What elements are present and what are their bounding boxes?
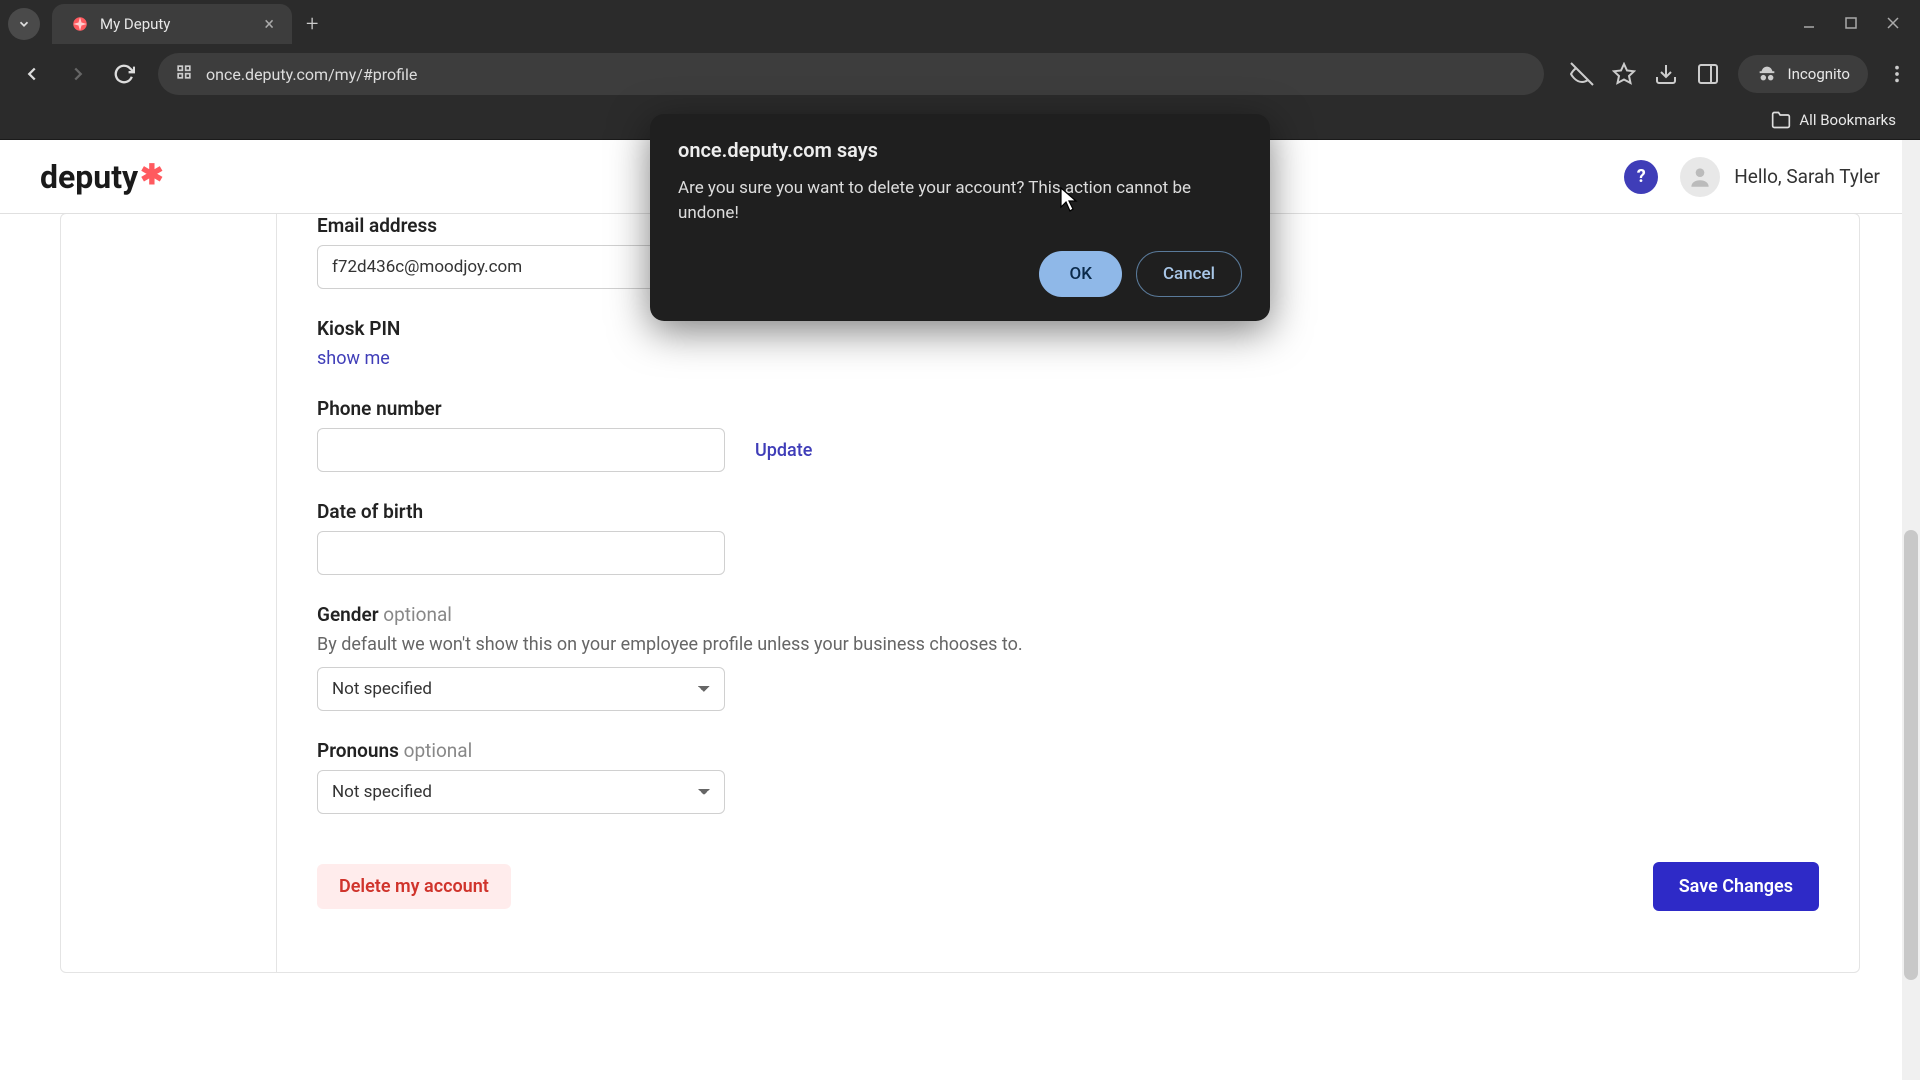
delete-account-button[interactable]: Delete my account xyxy=(317,864,511,909)
dob-label: Date of birth xyxy=(317,500,1819,523)
incognito-icon xyxy=(1756,63,1778,85)
toolbar-right: Incognito xyxy=(1570,55,1908,93)
kiosk-section: Kiosk PIN show me xyxy=(317,317,1819,369)
dialog-buttons: OK Cancel xyxy=(678,251,1242,297)
js-confirm-dialog: once.deputy.com says Are you sure you wa… xyxy=(650,114,1270,321)
show-me-link[interactable]: show me xyxy=(317,348,390,369)
tab-search-button[interactable] xyxy=(8,8,40,40)
pronouns-section: Pronouns optional Not specified xyxy=(317,739,1819,814)
url-text: once.deputy.com/my/#profile xyxy=(206,65,1528,84)
pronouns-label: Pronouns optional xyxy=(317,739,1819,762)
chevron-down-icon xyxy=(17,17,31,31)
forward-button[interactable] xyxy=(58,54,98,94)
all-bookmarks-button[interactable]: All Bookmarks xyxy=(1771,110,1896,130)
gender-helper: By default we won't show this on your em… xyxy=(317,634,1819,655)
user-greeting: Hello, Sarah Tyler xyxy=(1734,165,1880,188)
back-button[interactable] xyxy=(12,54,52,94)
logo-text: deputy xyxy=(40,158,138,196)
profile-card: Email address Kiosk PIN show me Phone nu… xyxy=(60,214,1860,973)
reload-button[interactable] xyxy=(104,54,144,94)
minimize-button[interactable] xyxy=(1802,15,1816,34)
window-controls xyxy=(1802,15,1920,34)
tab-close-button[interactable]: × xyxy=(264,14,274,35)
cancel-button[interactable]: Cancel xyxy=(1136,251,1242,297)
tab-bar: My Deputy × + xyxy=(0,0,1920,48)
gender-optional: optional xyxy=(383,603,452,626)
maximize-button[interactable] xyxy=(1844,15,1858,34)
incognito-label: Incognito xyxy=(1788,65,1850,83)
phone-field[interactable] xyxy=(317,428,725,472)
chrome-menu-button[interactable] xyxy=(1886,63,1908,85)
gender-select[interactable]: Not specified xyxy=(317,667,725,711)
dialog-message: Are you sure you want to delete your acc… xyxy=(678,176,1242,225)
content-wrap: Email address Kiosk PIN show me Phone nu… xyxy=(0,214,1920,1080)
update-phone-link[interactable]: Update xyxy=(755,440,812,461)
incognito-chip[interactable]: Incognito xyxy=(1738,55,1868,93)
window-close-button[interactable] xyxy=(1886,15,1900,34)
new-tab-button[interactable]: + xyxy=(306,12,318,37)
logo-star-icon: ✱ xyxy=(140,158,163,191)
url-bar[interactable]: once.deputy.com/my/#profile xyxy=(158,53,1544,95)
browser-tab[interactable]: My Deputy × xyxy=(52,4,292,44)
avatar-icon xyxy=(1687,164,1713,190)
dob-section: Date of birth xyxy=(317,500,1819,575)
card-main: Email address Kiosk PIN show me Phone nu… xyxy=(277,214,1859,972)
bookmark-star-button[interactable] xyxy=(1612,62,1636,86)
side-panel-button[interactable] xyxy=(1696,62,1720,86)
dob-field[interactable] xyxy=(317,531,725,575)
tab-favicon-icon xyxy=(70,14,90,34)
avatar[interactable] xyxy=(1680,157,1720,197)
gender-label: Gender optional xyxy=(317,603,1819,626)
card-sidebar xyxy=(61,214,277,972)
app-logo[interactable]: deputy✱ xyxy=(40,158,164,196)
dialog-title: once.deputy.com says xyxy=(678,138,1242,162)
site-settings-icon[interactable] xyxy=(174,62,194,86)
gender-section: Gender optional By default we won't show… xyxy=(317,603,1819,711)
phone-label: Phone number xyxy=(317,397,1819,420)
save-changes-button[interactable]: Save Changes xyxy=(1653,862,1819,911)
tab-title: My Deputy xyxy=(100,15,170,33)
ok-button[interactable]: OK xyxy=(1039,251,1121,297)
help-button[interactable]: ? xyxy=(1624,160,1658,194)
nav-bar: once.deputy.com/my/#profile Incognito xyxy=(0,48,1920,100)
pronouns-optional: optional xyxy=(404,739,473,762)
pronouns-select[interactable]: Not specified xyxy=(317,770,725,814)
folder-icon xyxy=(1771,110,1791,130)
all-bookmarks-label: All Bookmarks xyxy=(1799,111,1896,129)
eye-off-icon[interactable] xyxy=(1570,62,1594,86)
scrollbar-thumb[interactable] xyxy=(1904,530,1918,980)
form-actions: Delete my account Save Changes xyxy=(317,862,1819,919)
downloads-button[interactable] xyxy=(1654,62,1678,86)
phone-section: Phone number Update xyxy=(317,397,1819,472)
